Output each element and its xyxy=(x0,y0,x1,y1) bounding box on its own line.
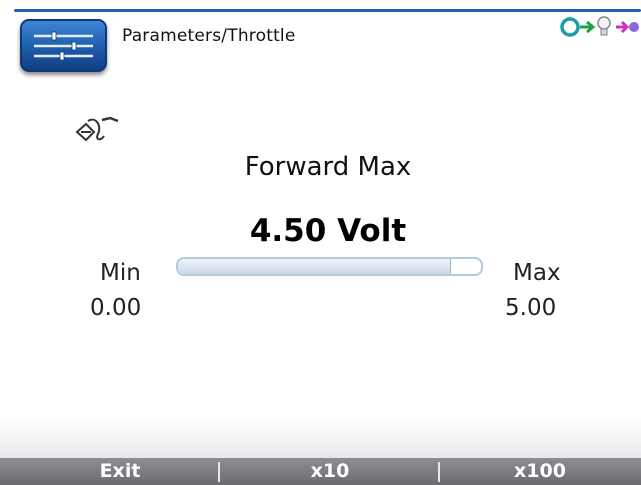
x10-button[interactable]: x10 xyxy=(280,460,380,482)
arrow-right-icon xyxy=(580,20,596,34)
parameter-name: Forward Max xyxy=(244,152,412,182)
throttle-icon xyxy=(74,112,120,148)
sliders-icon[interactable] xyxy=(20,19,107,72)
softkey-bar: Exit x10 x100 xyxy=(0,458,641,485)
status-icons xyxy=(560,12,641,48)
min-value: 0.00 xyxy=(90,295,142,321)
max-value: 5.00 xyxy=(505,295,557,321)
max-label: Max xyxy=(513,260,561,286)
connection-loop-icon xyxy=(560,17,580,37)
bottom-fade xyxy=(0,418,641,458)
softkey-divider xyxy=(438,462,440,482)
bulb-icon xyxy=(597,16,611,36)
header-line xyxy=(14,9,641,12)
min-label: Min xyxy=(100,260,141,286)
screen: Parameters/Throttle Forward Max 4.50 Vol… xyxy=(0,0,641,485)
softkey-divider xyxy=(218,462,220,482)
value-bar-fill xyxy=(178,259,451,274)
breadcrumb: Parameters/Throttle xyxy=(122,26,296,46)
x100-button[interactable]: x100 xyxy=(490,460,590,482)
parameter-value: 4.50 Volt xyxy=(249,213,407,249)
value-bar[interactable] xyxy=(176,257,483,276)
exit-button[interactable]: Exit xyxy=(70,460,170,482)
